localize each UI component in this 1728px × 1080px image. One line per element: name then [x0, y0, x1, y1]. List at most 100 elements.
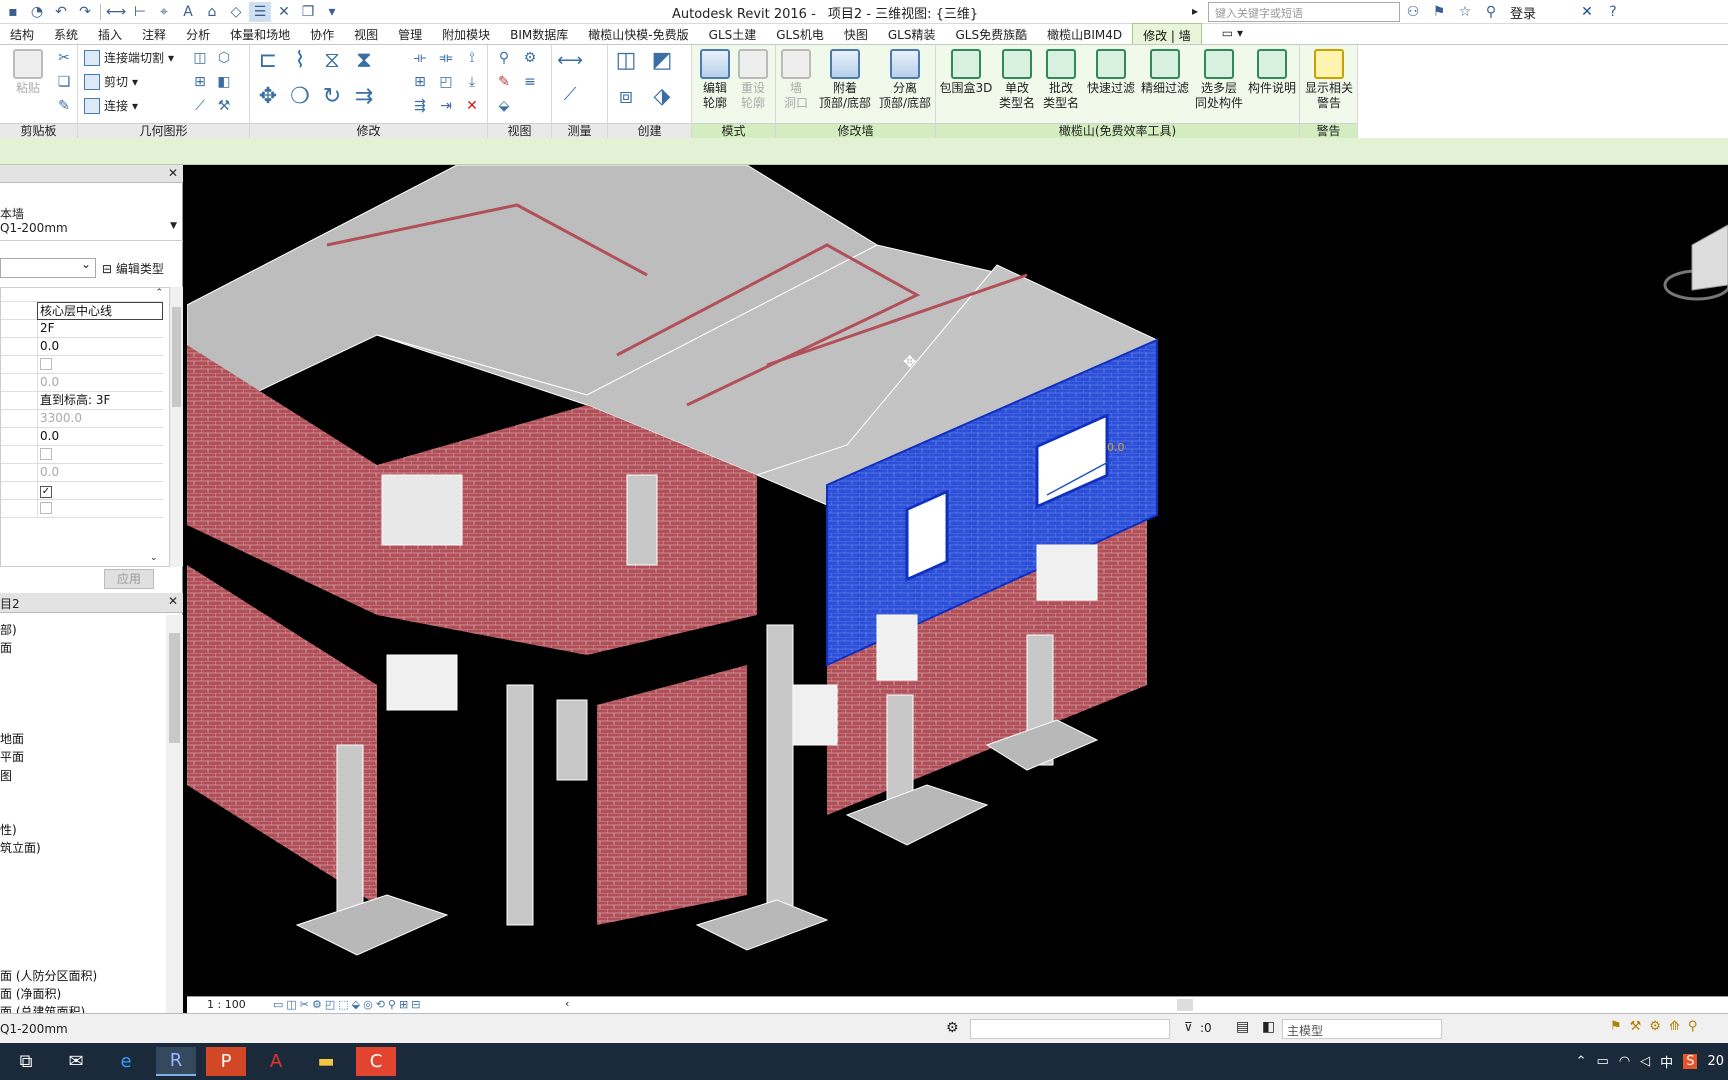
- scale-icon[interactable]: ◰: [436, 73, 456, 91]
- close-hidden-icon[interactable]: ✕: [273, 2, 295, 22]
- customize-qat-icon[interactable]: ▾: [321, 2, 343, 22]
- worksets-dropdown[interactable]: [970, 1019, 1170, 1039]
- tab-gls-family[interactable]: GLS免费族酷: [945, 23, 1037, 44]
- view-scale[interactable]: 1 : 100: [207, 998, 246, 1011]
- array-icon[interactable]: ⊞: [410, 73, 430, 91]
- exchange-icon[interactable]: ✕: [1576, 2, 1598, 22]
- attach-top-base-button[interactable]: 附着 顶部/底部: [816, 49, 874, 111]
- chevron-left-icon[interactable]: ‹: [565, 997, 569, 1010]
- revit-icon[interactable]: R: [156, 1047, 196, 1076]
- fine-filter-button[interactable]: 精细过滤: [1138, 49, 1192, 96]
- clock[interactable]: 20: [1707, 1054, 1724, 1069]
- property-value[interactable]: 0.0: [37, 428, 163, 446]
- edit-profile-button[interactable]: 编辑 轮廓: [696, 49, 734, 111]
- user-icon[interactable]: ⚲: [1480, 2, 1502, 22]
- wall-joins-icon[interactable]: ⊞: [190, 73, 210, 91]
- column[interactable]: [506, 684, 534, 926]
- trim-multiple-icon[interactable]: ⇶: [410, 97, 430, 115]
- tab-collaborate[interactable]: 协作: [300, 23, 344, 44]
- join-geometry-button[interactable]: 连接 ▾: [84, 97, 138, 114]
- design-options-icon[interactable]: ◧: [1262, 1019, 1275, 1035]
- subscription-icon[interactable]: ⚑: [1428, 2, 1450, 22]
- window[interactable]: [876, 614, 918, 681]
- binoculars-icon[interactable]: ⚇: [1402, 2, 1424, 22]
- tab-manage[interactable]: 管理: [388, 23, 432, 44]
- undo-icon[interactable]: ↶: [50, 2, 72, 22]
- pin-icon[interactable]: ⟟: [462, 49, 482, 67]
- tab-systems[interactable]: 系统: [44, 23, 88, 44]
- split-face-icon[interactable]: ◧: [214, 73, 234, 91]
- tag-icon[interactable]: ⌖: [153, 2, 175, 22]
- split-icon[interactable]: ⟛: [410, 49, 430, 67]
- sogou-icon[interactable]: S: [1683, 1054, 1698, 1069]
- expand-search-icon[interactable]: ▸: [1192, 4, 1198, 18]
- property-value[interactable]: [37, 446, 163, 464]
- tab-bim-database[interactable]: BIM数据库: [500, 23, 578, 44]
- editable-only-icon[interactable]: ▤: [1236, 1019, 1249, 1035]
- tab-modify-wall[interactable]: 修改 | 墙: [1132, 23, 1202, 44]
- box-3d-button[interactable]: 包围盒3D: [938, 49, 994, 96]
- measure-icon[interactable]: ⟷: [105, 2, 127, 22]
- cut-geometry-button[interactable]: 剪切 ▾: [84, 73, 138, 90]
- edge-icon[interactable]: e: [106, 1047, 146, 1076]
- reset-profile-button[interactable]: 重设 轮廓: [734, 49, 772, 111]
- tab-gls-civil[interactable]: GLS土建: [699, 23, 767, 44]
- component-desc-button[interactable]: 构件说明: [1246, 49, 1298, 96]
- browser-item[interactable]: 平面: [0, 748, 24, 765]
- property-value[interactable]: [37, 500, 163, 518]
- save-icon[interactable]: ▪: [2, 2, 24, 22]
- 3d-viewport[interactable]: 0.0 ✥: [186, 164, 1728, 996]
- dimension-icon[interactable]: ⊢: [129, 2, 151, 22]
- tab-view[interactable]: 视图: [344, 23, 388, 44]
- group-collapse-icon[interactable]: ⌃: [1, 288, 163, 302]
- red-app-icon[interactable]: C: [356, 1047, 396, 1076]
- browser-item[interactable]: 部): [0, 621, 17, 638]
- create-group-icon[interactable]: ⧈: [616, 84, 636, 109]
- unpin-icon[interactable]: ⤓: [462, 73, 482, 91]
- property-value[interactable]: 0.0: [37, 464, 163, 482]
- cube-icon[interactable]: ⬡: [214, 49, 234, 67]
- type-selector[interactable]: 本墙 Q1-200mm ▼: [0, 185, 183, 241]
- footing[interactable]: [695, 899, 829, 951]
- tab-analyze[interactable]: 分析: [176, 23, 220, 44]
- offset-icon[interactable]: ⌇: [290, 48, 310, 73]
- tab-gls-quickmodel[interactable]: 橄榄山快模-免费版: [578, 23, 698, 44]
- ime-indicator[interactable]: 中: [1660, 1052, 1673, 1071]
- property-value[interactable]: 0.0: [37, 338, 163, 356]
- properties-scrollbar[interactable]: [170, 287, 183, 567]
- browser-item[interactable]: 性): [0, 821, 17, 838]
- property-value[interactable]: 直到标高: 3F: [37, 392, 163, 410]
- single-rename-button[interactable]: 单改 类型名: [996, 49, 1038, 111]
- mirror-draw-icon[interactable]: ⧗: [354, 48, 374, 73]
- selection-box-icon[interactable]: ⬙: [494, 97, 514, 115]
- line-style-icon[interactable]: ≡: [520, 73, 540, 91]
- filter-icon[interactable]: ⊽: [1184, 1020, 1193, 1034]
- browser-item[interactable]: 面: [0, 639, 12, 656]
- linework-icon[interactable]: ✎: [494, 73, 514, 91]
- checkbox[interactable]: ✓: [40, 486, 52, 498]
- tab-addins[interactable]: 附加模块: [432, 23, 500, 44]
- switch-windows-icon[interactable]: ❐: [297, 2, 319, 22]
- copy-icon[interactable]: ❏: [54, 73, 74, 91]
- tab-gls-mep[interactable]: GLS机电: [766, 23, 834, 44]
- open-icon[interactable]: ◔: [26, 2, 48, 22]
- tab-insert[interactable]: 插入: [88, 23, 132, 44]
- checkbox[interactable]: [40, 358, 52, 370]
- door[interactable]: [626, 474, 658, 566]
- exterior-wall[interactable]: [597, 665, 747, 925]
- section-icon[interactable]: ◇: [225, 2, 247, 22]
- close-icon[interactable]: ✕: [168, 166, 178, 180]
- scroll-thumb[interactable]: [169, 633, 180, 743]
- column[interactable]: [766, 624, 794, 926]
- tab-quickdraw[interactable]: 快图: [834, 23, 878, 44]
- building-model[interactable]: 0.0 ✥: [186, 164, 1728, 996]
- browser-item[interactable]: 面 (净面积): [0, 985, 61, 1002]
- close-icon[interactable]: ✕: [168, 594, 178, 608]
- measure-distance-icon[interactable]: ⟷: [557, 50, 583, 71]
- 3d-view-icon[interactable]: ⌂: [201, 2, 223, 22]
- show-related-warnings-button[interactable]: 显示相关 警告: [1302, 49, 1356, 111]
- browser-item[interactable]: 面 (人防分区面积): [0, 967, 97, 984]
- create-similar-icon[interactable]: ⬗: [652, 84, 672, 109]
- ribbon-minimize-icon[interactable]: ▭ ▾: [1202, 23, 1253, 44]
- thin-lines-icon[interactable]: ☰: [249, 2, 271, 22]
